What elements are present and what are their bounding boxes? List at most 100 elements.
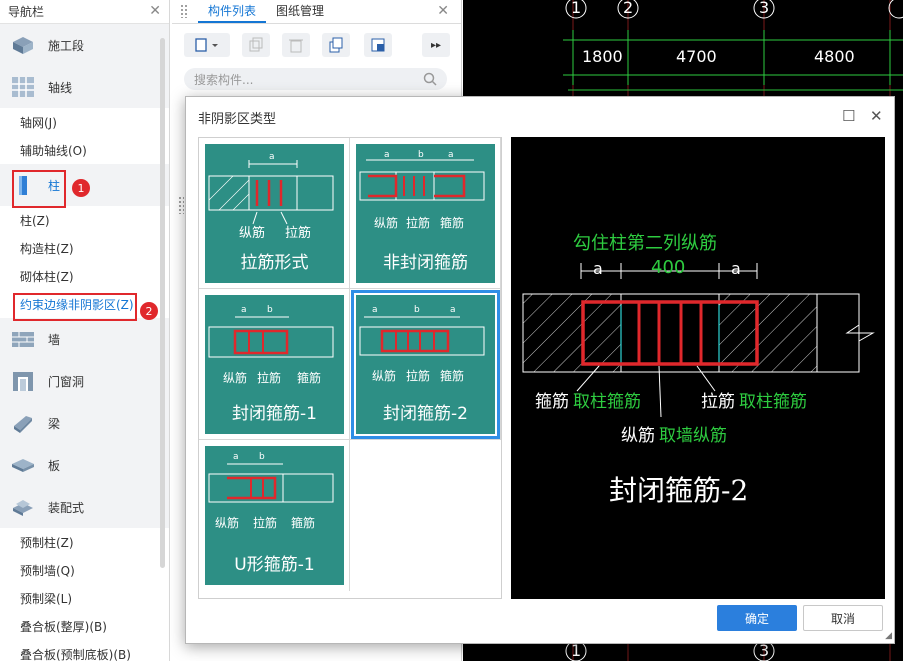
- dim-a: a: [372, 305, 378, 315]
- annot-longitudinal: 纵筋: [215, 516, 240, 530]
- close-icon[interactable]: ✕: [437, 3, 449, 19]
- option-card: a 纵筋 拉筋 拉筋形式: [205, 144, 344, 283]
- fast-forward-icon: ▸▸: [430, 39, 442, 51]
- nav-category-label: 板: [48, 458, 61, 473]
- nav-header: 导航栏 ✕: [0, 0, 169, 24]
- search-input[interactable]: 搜索构件...: [184, 68, 447, 90]
- tab-drawing-management[interactable]: 图纸管理: [266, 0, 334, 23]
- option-closed-stirrup-2[interactable]: a b a 纵筋 拉筋 箍筋 封闭箍筋-2: [350, 289, 501, 440]
- preview-name: 封闭箍筋-2: [609, 474, 749, 507]
- dim-b: b: [259, 452, 265, 462]
- preview-tie-label: 拉筋: [701, 392, 735, 412]
- ok-button[interactable]: 确定: [717, 605, 797, 631]
- highlight-box-column: [12, 170, 66, 208]
- annot-tie: 拉筋: [406, 369, 431, 383]
- axis-label-top-2: 2: [623, 0, 634, 17]
- splitter-grip[interactable]: [178, 196, 184, 214]
- dim-a: a: [233, 452, 239, 462]
- option-card: a b 纵筋 拉筋 箍筋 封闭箍筋-1: [205, 295, 344, 434]
- nav-item-aux-axis[interactable]: 辅助轴线(O): [0, 136, 169, 164]
- prefab-icon: [13, 500, 33, 516]
- option-u-stirrup-1[interactable]: a b 纵筋 拉筋 箍筋 U形箍筋-1: [199, 440, 350, 591]
- nav-scrollbar[interactable]: [160, 38, 165, 568]
- duplicate-button[interactable]: [322, 33, 350, 57]
- nav-category-wall[interactable]: 墙: [0, 318, 169, 360]
- nav-item-column[interactable]: 柱(Z): [0, 206, 169, 234]
- new-component-button[interactable]: [184, 33, 230, 57]
- nav-category-door-window[interactable]: 门窗洞: [0, 360, 169, 402]
- axis-label-top-1: 1: [571, 0, 582, 17]
- dim-a: a: [450, 305, 456, 315]
- copy-button[interactable]: [242, 33, 270, 57]
- annot-longitudinal: 纵筋: [372, 369, 397, 383]
- preview-tie-source: 取柱箍筋: [739, 392, 807, 412]
- option-closed-stirrup-1[interactable]: a b 纵筋 拉筋 箍筋 封闭箍筋-1: [199, 289, 350, 440]
- dim-b: b: [414, 305, 420, 315]
- delete-button[interactable]: [282, 33, 310, 57]
- search-icon[interactable]: [423, 72, 437, 86]
- preview-stirrup-label: 箍筋: [535, 392, 569, 412]
- drag-grip-icon[interactable]: [180, 4, 188, 18]
- preview-dim-a-left: a: [593, 259, 603, 278]
- annot-stirrup: 箍筋: [440, 369, 465, 383]
- option-label: U形箍筋-1: [234, 555, 315, 575]
- option-tie-bar[interactable]: a 纵筋 拉筋 拉筋形式: [199, 138, 350, 289]
- step-badge-2: 2: [140, 302, 158, 320]
- preview-top-note: 勾住柱第二列纵筋: [573, 233, 717, 254]
- nav-category-prefab[interactable]: 装配式: [0, 486, 169, 528]
- close-icon[interactable]: ✕: [870, 107, 883, 125]
- slab-icon: [12, 459, 34, 472]
- option-label: 封闭箍筋-1: [232, 404, 317, 424]
- nav-category-label: 施工段: [48, 38, 85, 53]
- beam-icon: [14, 416, 32, 433]
- nav-category-construction-segment[interactable]: 施工段: [0, 24, 169, 66]
- dim-a: a: [241, 305, 247, 315]
- nav-item-masonry-column[interactable]: 砌体柱(Z): [0, 262, 169, 290]
- annot-stirrup: 箍筋: [297, 371, 322, 385]
- option-card-selected: a b a 纵筋 拉筋 箍筋 封闭箍筋-2: [351, 290, 500, 439]
- nav-category-slab[interactable]: 板: [0, 444, 169, 486]
- component-tabs: 构件列表 图纸管理 ✕: [172, 0, 461, 24]
- u-stirrup-1-diagram: [208, 463, 334, 503]
- navigation-panel: 导航栏 ✕ 施工段 轴线 轴网(J) 辅助轴线(O) 柱 柱(Z) 构造柱(Z)…: [0, 0, 170, 661]
- close-icon[interactable]: ✕: [149, 3, 161, 19]
- search-placeholder: 搜索构件...: [194, 72, 254, 87]
- trash-icon: [289, 39, 303, 53]
- dim-a: a: [448, 150, 454, 160]
- preview-dim-a-right: a: [731, 259, 741, 278]
- dim-a: a: [269, 152, 275, 162]
- nav-item-composite-slab-precast[interactable]: 叠合板(预制底板)(B): [0, 640, 169, 661]
- nav-item-composite-slab-full[interactable]: 叠合板(整厚)(B): [0, 612, 169, 640]
- option-non-closed-stirrup[interactable]: a b a 纵筋 拉筋 箍筋 非封闭箍筋: [350, 138, 501, 289]
- nav-title: 导航栏: [8, 5, 45, 19]
- nav-category-label: 梁: [48, 416, 61, 431]
- door-window-icon: [13, 372, 33, 391]
- step-badge-1: 1: [72, 179, 90, 197]
- dim-a: a: [384, 150, 390, 160]
- nav-category-axis[interactable]: 轴线: [0, 66, 169, 108]
- cancel-button[interactable]: 取消: [803, 605, 883, 631]
- resize-grip-icon[interactable]: ◢: [885, 631, 892, 641]
- nav-item-constructional-column[interactable]: 构造柱(Z): [0, 234, 169, 262]
- dialog-title: 非阴影区类型: [198, 112, 277, 127]
- layer-button[interactable]: [364, 33, 392, 57]
- duplicate-icon: [329, 37, 343, 53]
- nav-item-prefab-wall[interactable]: 预制墙(Q): [0, 556, 169, 584]
- nav-item-grid[interactable]: 轴网(J): [0, 108, 169, 136]
- axis-label-top-3: 3: [759, 0, 770, 17]
- dimension-4700: 4700: [676, 47, 717, 66]
- highlight-box-boundary: [13, 293, 137, 321]
- more-button[interactable]: ▸▸: [422, 33, 450, 57]
- nav-category-beam[interactable]: 梁: [0, 402, 169, 444]
- nav-item-prefab-column[interactable]: 预制柱(Z): [0, 528, 169, 556]
- maximize-icon[interactable]: ☐: [842, 107, 855, 125]
- nav-category-label: 门窗洞: [48, 374, 85, 389]
- option-card: a b 纵筋 拉筋 箍筋 U形箍筋-1: [205, 446, 344, 585]
- dimension-4800: 4800: [814, 47, 855, 66]
- annot-tie: 拉筋: [406, 216, 431, 230]
- tab-component-list[interactable]: 构件列表: [198, 0, 267, 23]
- nav-category-label: 墙: [48, 332, 61, 347]
- construction-segment-icon: [13, 37, 33, 54]
- nav-item-prefab-beam[interactable]: 预制梁(L): [0, 584, 169, 612]
- new-file-icon: [195, 38, 218, 52]
